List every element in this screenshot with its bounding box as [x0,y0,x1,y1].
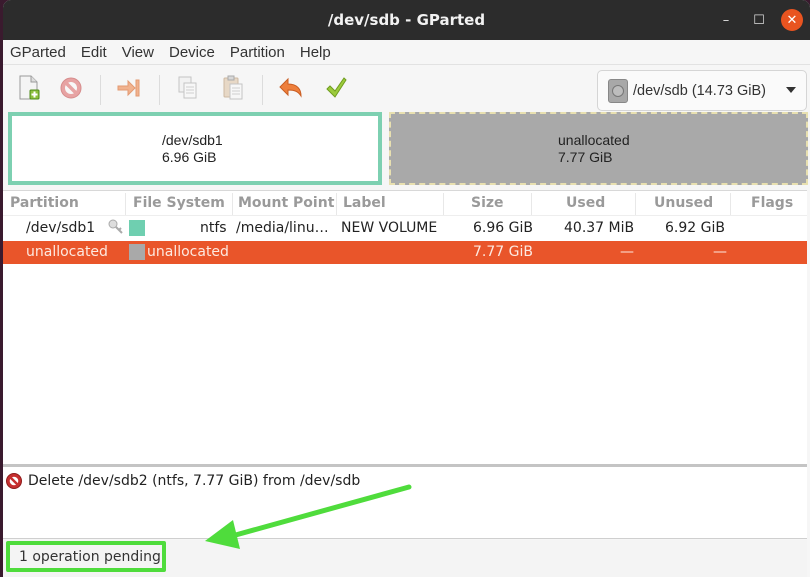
new-partition-button[interactable] [16,75,42,101]
menu-edit[interactable]: Edit [81,44,107,61]
partition-name: /dev/sdb1 [162,132,223,148]
partition-size: 7.77 GiB [558,149,613,165]
cell-partition: unallocated [26,244,108,260]
menu-view[interactable]: View [122,44,154,61]
status-bar: 1 operation pending [3,540,807,577]
column-flags[interactable]: Flags [751,195,793,211]
disk-icon [608,78,628,103]
device-selector[interactable]: /dev/sdb (14.73 GiB) [597,70,807,111]
cell-label: NEW VOLUME [341,220,438,236]
menu-device[interactable]: Device [169,44,215,61]
paste-icon [223,75,243,100]
operation-text: Delete /dev/sdb2 (ntfs, 7.77 GiB) from /… [28,473,361,489]
cell-partition: /dev/sdb1 [26,220,96,236]
device-selector-label: /dev/sdb (14.73 GiB) [633,82,766,99]
cell-size: 7.77 GiB [473,244,533,260]
undo-icon [279,77,302,98]
paste-button[interactable] [220,75,246,101]
cell-used: 40.37 MiB [564,220,635,236]
table-row-selected[interactable]: unallocated unallocated 7.77 GiB — — [3,241,807,264]
cell-unused: — [713,244,727,260]
toolbar: /dev/sdb (14.73 GiB) [3,65,810,111]
apply-icon [326,77,347,98]
cell-filesystem: ntfs [200,220,227,236]
key-icon [108,219,124,239]
cell-used: — [620,244,634,260]
filesystem-color-swatch [129,244,145,260]
column-unused[interactable]: Unused [654,195,713,211]
copy-button[interactable] [175,75,201,101]
undo-button[interactable] [278,75,304,101]
minimize-button[interactable]: – [716,10,736,30]
table-header: Partition File System Mount Point Label … [3,191,807,216]
column-file-system[interactable]: File System [133,195,225,211]
column-size[interactable]: Size [471,195,504,211]
delete-button[interactable] [58,75,84,101]
menu-partition[interactable]: Partition [230,44,285,61]
resize-move-button[interactable] [116,75,142,101]
cell-mount-point: /media/linu… [236,220,329,236]
partition-table: Partition File System Mount Point Label … [3,190,807,464]
column-partition[interactable]: Partition [10,195,79,211]
disk-map: /dev/sdb1 6.96 GiB unallocated 7.77 GiB [8,112,808,186]
apply-button[interactable] [323,75,349,101]
menu-help[interactable]: Help [300,44,331,61]
maximize-button[interactable]: ☐ [749,10,769,30]
cell-filesystem: unallocated [147,244,229,260]
column-label[interactable]: Label [343,195,386,211]
column-used[interactable]: Used [566,195,605,211]
disk-map-partition-sdb1[interactable]: /dev/sdb1 6.96 GiB [8,112,382,185]
copy-icon [178,76,197,99]
new-partition-icon [19,75,40,100]
menu-bar: GParted Edit View Device Partition Help [3,40,810,65]
toolbar-separator [262,75,263,105]
delete-icon [6,473,22,489]
partition-name: unallocated [558,132,630,148]
disk-map-unallocated[interactable]: unallocated 7.77 GiB [389,112,808,185]
menu-gparted[interactable]: GParted [10,44,66,61]
status-text: 1 operation pending [6,541,166,572]
title-bar: /dev/sdb - GParted – ☐ ✕ [3,0,810,40]
cell-unused: 6.92 GiB [665,220,725,236]
pending-operations-list: Delete /dev/sdb2 (ntfs, 7.77 GiB) from /… [3,464,807,539]
close-button[interactable]: ✕ [781,9,803,31]
column-mount-point[interactable]: Mount Point [238,195,334,211]
toolbar-separator [159,75,160,105]
chevron-down-icon [786,87,796,93]
window-title: /dev/sdb - GParted [327,11,486,29]
filesystem-color-swatch [129,220,145,236]
resize-move-icon [117,79,140,97]
table-row[interactable]: /dev/sdb1 ntfs /media/linu… NEW VOLUME 6… [3,217,807,240]
cell-size: 6.96 GiB [473,220,533,236]
partition-size: 6.96 GiB [162,149,217,165]
operation-item[interactable]: Delete /dev/sdb2 (ntfs, 7.77 GiB) from /… [5,472,360,490]
toolbar-separator [100,75,101,105]
delete-icon [60,77,82,99]
